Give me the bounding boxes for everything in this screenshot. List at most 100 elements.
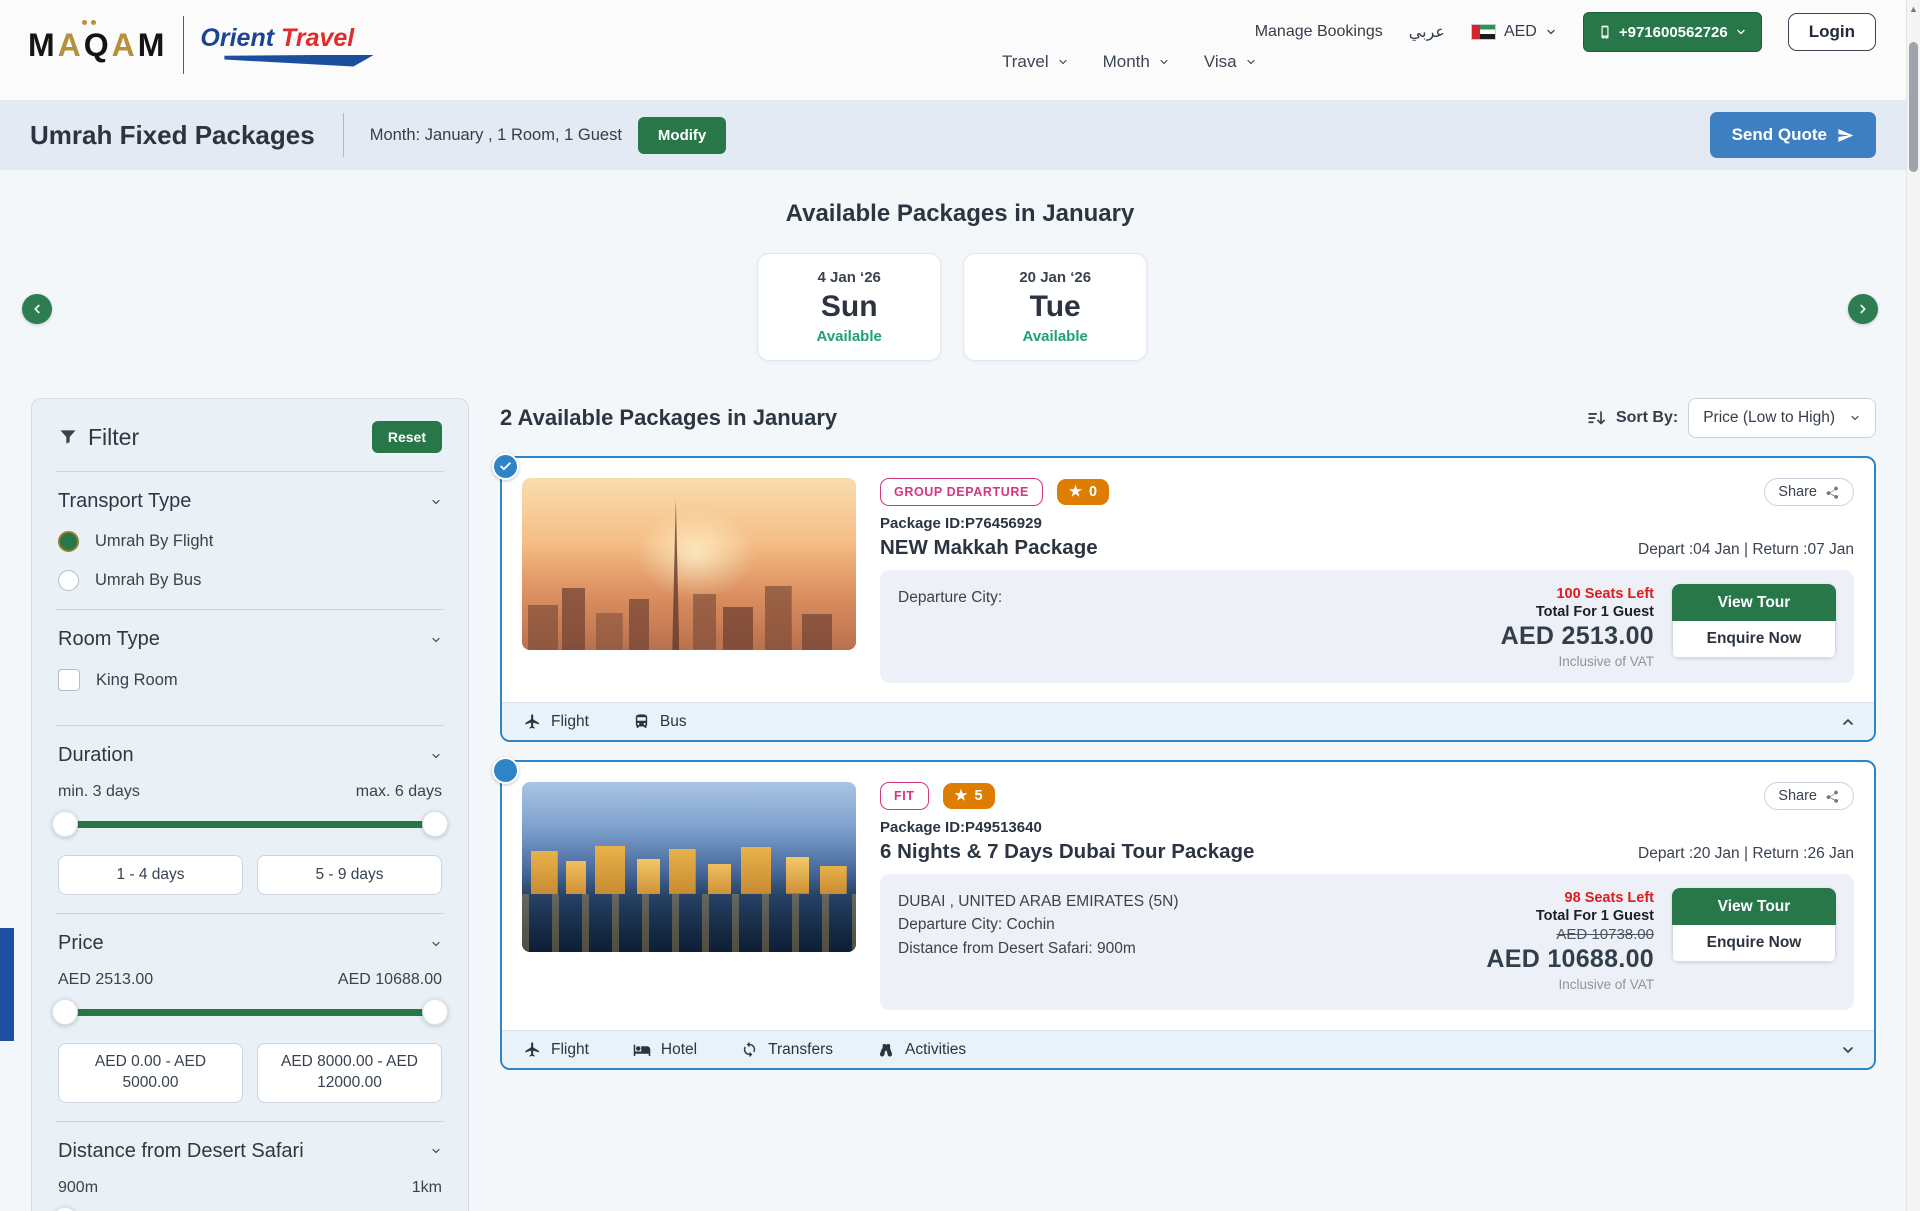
login-button[interactable]: Login <box>1788 13 1876 51</box>
scrollbar-thumb[interactable] <box>1909 42 1918 172</box>
view-tour-button[interactable]: View Tour <box>1672 584 1836 621</box>
duration-section-header[interactable]: Duration <box>58 744 442 767</box>
amenity-transfers[interactable]: Transfers <box>741 1041 833 1059</box>
amenities-bar: Flight Hotel Transfers Activities <box>502 1030 1874 1068</box>
transfers-sync-icon <box>741 1041 758 1058</box>
package-info-box: DUBAI , UNITED ARAB EMIRATES (5N) Depart… <box>880 874 1854 1010</box>
share-label: Share <box>1778 788 1817 804</box>
duration-preset-5-9-days[interactable]: 5 - 9 days <box>257 855 442 895</box>
view-tour-button[interactable]: View Tour <box>1672 888 1836 925</box>
package-card-makkah[interactable]: GROUP DEPARTURE ★0 Share Package ID:P764… <box>500 456 1876 742</box>
star-rating-badge: ★5 <box>943 783 995 809</box>
chevron-down-icon <box>1057 56 1069 68</box>
logo-swoosh <box>224 55 374 67</box>
enquire-now-button[interactable]: Enquire Now <box>1672 925 1836 962</box>
chevron-down-icon <box>430 634 442 646</box>
carousel-prev-button[interactable] <box>22 294 52 324</box>
amenity-flight[interactable]: Flight <box>524 1041 589 1059</box>
amenity-hotel[interactable]: Hotel <box>633 1041 697 1059</box>
phone-number: +971600562726 <box>1619 24 1728 41</box>
day-label: Tue <box>1030 290 1081 324</box>
star-icon: ★ <box>1069 484 1082 500</box>
duration-min-label: min. 3 days <box>58 783 140 801</box>
collapse-card-chevron-up[interactable] <box>1840 714 1856 730</box>
amenity-bus[interactable]: Bus <box>633 713 687 731</box>
send-quote-button[interactable]: Send Quote <box>1710 112 1876 158</box>
duration-slider-handle-min[interactable] <box>52 811 78 837</box>
package-card-dubai-tour[interactable]: FIT ★5 Share Package ID:P49513640 6 Nigh… <box>500 760 1876 1070</box>
chevron-down-icon <box>1158 56 1170 68</box>
side-widget-tab[interactable] <box>0 928 14 1041</box>
phone-number-button[interactable]: +971600562726 <box>1583 12 1762 52</box>
price-section-header[interactable]: Price <box>58 932 442 955</box>
price-slider-handle-max[interactable] <box>422 999 448 1025</box>
city-lights <box>522 843 856 894</box>
amenity-flight[interactable]: Flight <box>524 713 589 731</box>
divider <box>56 913 444 914</box>
date-card-20-jan[interactable]: 20 Jan ‘26 Tue Available <box>963 253 1147 361</box>
distance-title: Distance from Desert Safari <box>58 1140 304 1163</box>
amenities-bar: Flight Bus <box>502 702 1874 740</box>
nav-travel[interactable]: Travel <box>1002 52 1069 72</box>
availability-status: Available <box>1023 328 1088 345</box>
currency-selector[interactable]: AED <box>1471 23 1557 41</box>
radio-umrah-by-flight[interactable]: Umrah By Flight <box>58 531 442 552</box>
chevron-down-icon <box>1849 412 1861 424</box>
chevron-down-icon <box>430 938 442 950</box>
amenity-label: Flight <box>551 713 589 731</box>
filter-title: Filter <box>88 424 139 451</box>
amenity-label: Hotel <box>661 1041 697 1059</box>
package-list-area: 2 Available Packages in January Sort By:… <box>500 398 1876 1070</box>
skyline-silhouette <box>522 543 856 650</box>
duration-slider-handle-max[interactable] <box>422 811 448 837</box>
distance-slider-handle[interactable] <box>52 1207 78 1211</box>
price-preset-8000-12000[interactable]: AED 8000.00 - AED 12000.00 <box>257 1043 442 1103</box>
package-selected-check[interactable] <box>492 453 519 480</box>
price-slider-handle-min[interactable] <box>52 999 78 1025</box>
share-button[interactable]: Share <box>1764 782 1854 810</box>
nav-visa[interactable]: Visa <box>1204 52 1257 72</box>
duration-preset-1-4-days[interactable]: 1 - 4 days <box>58 855 243 895</box>
departure-city-line: Departure City: <box>898 586 1002 609</box>
duration-slider <box>58 811 442 837</box>
logo-dots-decoration <box>82 20 87 25</box>
chevron-down-icon <box>430 750 442 762</box>
original-price-strikethrough: AED 10738.00 <box>1486 926 1654 943</box>
enquire-now-button[interactable]: Enquire Now <box>1672 621 1836 658</box>
nav-month-label: Month <box>1103 52 1150 72</box>
nav-month[interactable]: Month <box>1103 52 1170 72</box>
room-type-section-header[interactable]: Room Type <box>58 628 442 651</box>
expand-card-chevron-down[interactable] <box>1840 1042 1856 1058</box>
page-scrollbar[interactable]: ▲ <box>1906 0 1920 1211</box>
logo[interactable]: MAQAM OrientTravel <box>28 16 374 74</box>
subheader: Umrah Fixed Packages Month: January , 1 … <box>0 100 1920 170</box>
departure-city-line: Departure City: Cochin <box>898 913 1178 936</box>
language-toggle-arabic[interactable]: عربي <box>1409 22 1445 42</box>
divider <box>56 1121 444 1122</box>
price-slider-track <box>58 1009 442 1016</box>
checkbox-king-room[interactable]: King Room <box>58 669 442 691</box>
transport-type-section-header[interactable]: Transport Type <box>58 490 442 513</box>
carousel-next-button[interactable] <box>1848 294 1878 324</box>
reset-filters-button[interactable]: Reset <box>372 421 442 453</box>
manage-bookings-link[interactable]: Manage Bookings <box>1255 23 1383 41</box>
chevron-down-icon <box>1735 26 1747 38</box>
sort-select-dropdown[interactable]: Price (Low to High) <box>1688 398 1876 438</box>
currency-code: AED <box>1504 23 1537 41</box>
price-preset-0-5000[interactable]: AED 0.00 - AED 5000.00 <box>58 1043 243 1103</box>
amenity-activities[interactable]: Activities <box>877 1041 966 1059</box>
package-select-dot[interactable] <box>492 757 519 784</box>
date-card-4-jan[interactable]: 4 Jan ‘26 Sun Available <box>757 253 941 361</box>
price-max-label: AED 10688.00 <box>338 971 442 989</box>
room-type-title: Room Type <box>58 628 160 651</box>
scrollbar-up-arrow[interactable]: ▲ <box>1909 4 1918 14</box>
share-button[interactable]: Share <box>1764 478 1854 506</box>
page: MAQAM OrientTravel Manage Bookings عربي … <box>0 0 1920 1211</box>
list-header: 2 Available Packages in January Sort By:… <box>500 398 1876 438</box>
modify-button[interactable]: Modify <box>638 117 726 154</box>
search-summary: Month: January , 1 Room, 1 Guest <box>370 126 622 145</box>
distance-section-header[interactable]: Distance from Desert Safari <box>58 1140 442 1163</box>
sort-by-label: Sort By: <box>1616 409 1678 427</box>
date-label: 20 Jan ‘26 <box>1019 269 1091 286</box>
radio-umrah-by-bus[interactable]: Umrah By Bus <box>58 570 442 591</box>
